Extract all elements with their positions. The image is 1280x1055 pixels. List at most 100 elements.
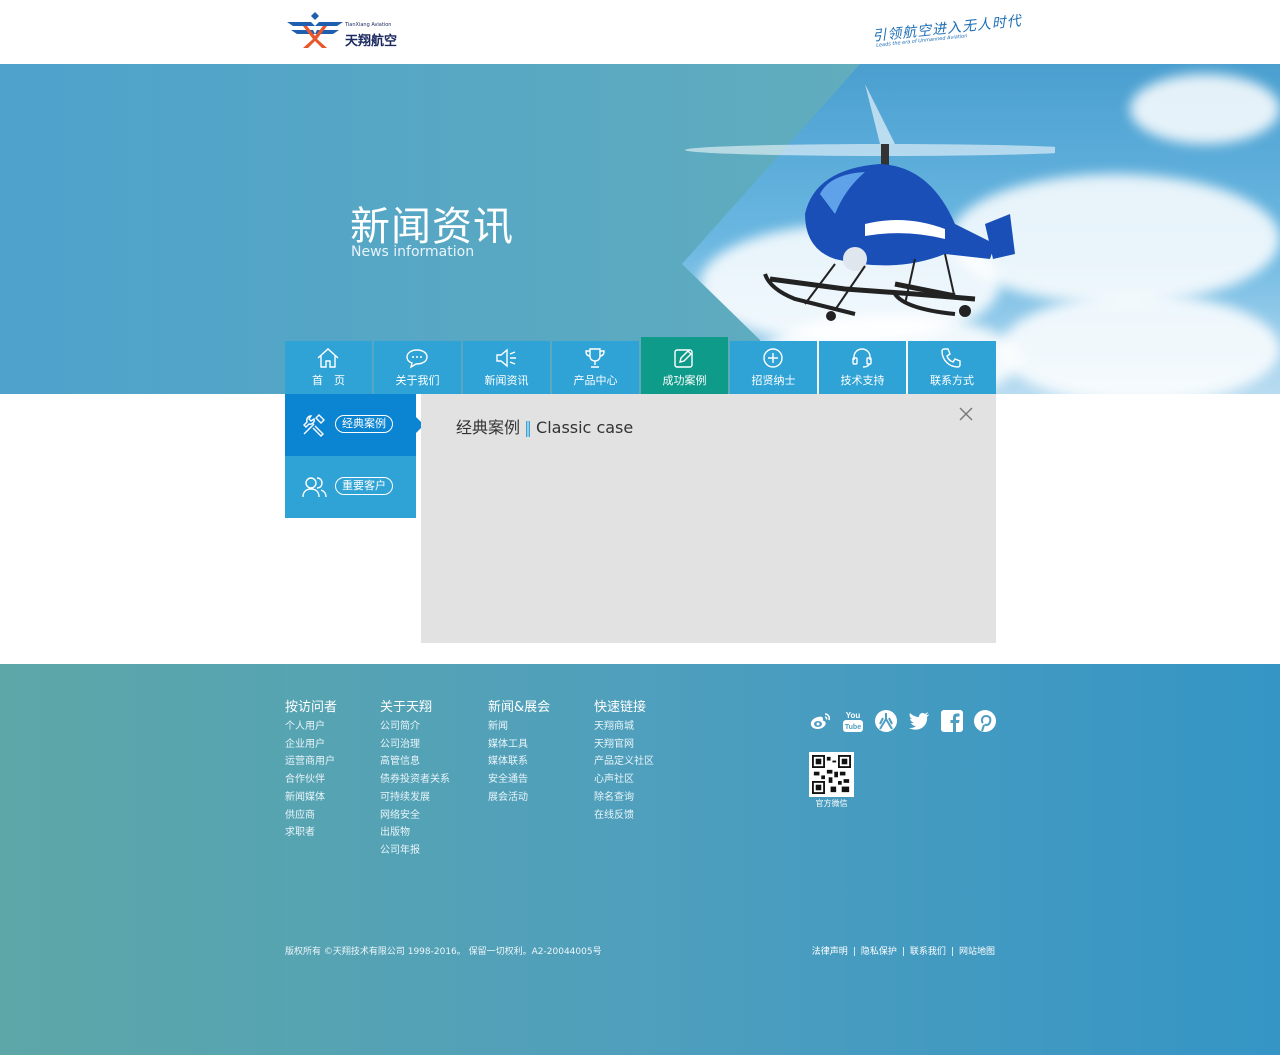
svg-text:You: You	[846, 711, 861, 720]
footer-link[interactable]: 供应商	[285, 807, 337, 825]
headset-icon	[852, 348, 872, 368]
helicopter-image	[685, 84, 1055, 321]
footer-column-title: 关于天翔	[380, 700, 433, 715]
speaker-icon	[496, 348, 516, 368]
home-icon	[317, 348, 339, 368]
sidebar-item-key-clients[interactable]: 重要客户	[285, 456, 416, 518]
cloud	[1130, 74, 1280, 144]
footer-legal-link[interactable]: 法律声明	[812, 947, 848, 957]
plus-circle-icon	[763, 348, 783, 368]
footer-legal-link[interactable]: 隐私保护	[861, 947, 897, 957]
footer-link[interactable]: 合作伙伴	[285, 771, 337, 789]
footer-link[interactable]: 可持续发展	[380, 789, 450, 807]
footer-link[interactable]: 天翔商城	[594, 718, 654, 736]
sidebar-item-label: 重要客户	[335, 477, 393, 495]
nav-item-about[interactable]: 关于我们	[374, 341, 461, 394]
footer-legal-link[interactable]: 联系我们	[910, 947, 946, 957]
logo-subtext: TianXiang Aviation	[345, 22, 392, 28]
footer-link[interactable]: 在线反馈	[594, 807, 654, 825]
pinterest-icon[interactable]	[973, 709, 997, 733]
youtube-icon[interactable]: You Tube	[841, 709, 865, 733]
nav-item-products[interactable]: 产品中心	[552, 341, 639, 394]
footer-link[interactable]: 出版物	[380, 824, 450, 842]
footer-link[interactable]: 媒体联系	[488, 753, 550, 771]
content-title-cn: 经典案例	[456, 418, 521, 437]
qr-code-label: 官方微信	[815, 799, 848, 808]
nav-item-label: 联系方式	[930, 374, 974, 387]
close-icon[interactable]	[958, 406, 974, 422]
footer-link[interactable]: 新闻媒体	[285, 789, 337, 807]
footer-link[interactable]: 债券投资者关系	[380, 771, 450, 789]
footer-legal-link[interactable]: 网站地图	[959, 947, 995, 957]
nav-item-label: 首 页	[312, 374, 345, 387]
sidebar-item-classic-cases[interactable]: 经典案例	[285, 394, 424, 456]
footer-link[interactable]: 媒体工具	[488, 736, 550, 754]
footer-link[interactable]: 公司治理	[380, 736, 450, 754]
footer-link[interactable]: 展会活动	[488, 789, 550, 807]
footer-column-about: 关于天翔 公司简介 公司治理 高管信息 债券投资者关系 可持续发展 网络安全 出…	[380, 696, 450, 860]
separator: |	[901, 947, 905, 957]
footer-link[interactable]: 天翔官网	[594, 736, 654, 754]
logo[interactable]: TianXiang Aviation 天翔航空	[285, 12, 400, 50]
users-icon	[302, 477, 327, 498]
facebook-icon[interactable]	[940, 709, 964, 733]
footer-link[interactable]: 网络安全	[380, 807, 450, 825]
chat-icon	[406, 349, 428, 369]
twitter-icon[interactable]	[907, 709, 931, 733]
footer-link[interactable]: 公司简介	[380, 718, 450, 736]
footer-link[interactable]: 求职者	[285, 824, 337, 842]
footer-column-title: 新闻&展会	[488, 700, 551, 715]
main-nav: 首 页 关于我们 新闻资讯 产品中心 成功案例 招贤纳士 技术支持 联系方式	[285, 337, 996, 394]
nav-item-label: 成功案例	[662, 374, 707, 387]
separator: |	[950, 947, 954, 957]
weibo-icon[interactable]	[808, 709, 832, 733]
social-links: You Tube	[808, 709, 1006, 733]
footer-link[interactable]: 公司年报	[380, 842, 450, 860]
content-title: 经典案例 ‖ Classic case	[456, 414, 633, 438]
nav-item-news[interactable]: 新闻资讯	[463, 341, 550, 394]
nav-item-label: 产品中心	[573, 374, 618, 387]
nav-item-contact[interactable]: 联系方式	[908, 341, 996, 394]
footer-column-quick-links: 快速链接 天翔商城 天翔官网 产品定义社区 心声社区 除名查询 在线反馈	[594, 696, 654, 824]
copyright-text: 版权所有 ©天翔技术有限公司 1998-2016。 保留一切权利。A2-2004…	[285, 947, 602, 957]
nav-item-label: 新闻资讯	[484, 374, 529, 387]
nav-item-label: 技术支持	[840, 374, 885, 387]
footer-legal-links: 法律声明 | 隐私保护 | 联系我们 | 网站地图	[812, 944, 995, 957]
footer-link[interactable]: 除名查询	[594, 789, 654, 807]
trophy-icon	[585, 348, 605, 368]
footer-link[interactable]: 高管信息	[380, 753, 450, 771]
nav-item-careers[interactable]: 招贤纳士	[730, 341, 817, 394]
phone-icon	[941, 348, 961, 368]
slogan: 引领航空进入无人时代 Leads the era of Unmanned Avi…	[872, 12, 1023, 52]
tools-icon	[303, 414, 325, 437]
footer-link[interactable]: 个人用户	[285, 718, 337, 736]
nav-item-cases[interactable]: 成功案例	[641, 337, 728, 394]
nav-item-label: 招贤纳士	[751, 374, 796, 387]
renren-icon[interactable]	[874, 709, 898, 733]
footer-column-title: 快速链接	[594, 700, 647, 715]
svg-text:Tube: Tube	[845, 724, 861, 731]
edit-icon	[674, 349, 693, 368]
separator: |	[852, 947, 856, 957]
footer-link[interactable]: 安全通告	[488, 771, 550, 789]
page: TianXiang Aviation 天翔航空 引领航空进入无人时代 Leads…	[0, 0, 1280, 1055]
nav-item-home[interactable]: 首 页	[285, 341, 372, 394]
banner-subtitle: News information	[351, 244, 475, 260]
footer-link[interactable]: 新闻	[488, 718, 550, 736]
nav-item-label: 关于我们	[395, 374, 440, 387]
qr-code	[809, 752, 854, 797]
footer-link[interactable]: 产品定义社区	[594, 753, 654, 771]
content-panel: 经典案例 ‖ Classic case	[421, 394, 996, 643]
qr-code-image	[812, 755, 851, 794]
sidebar: 经典案例 重要客户	[285, 394, 424, 518]
footer-link[interactable]: 企业用户	[285, 736, 337, 754]
footer-column-news: 新闻&展会 新闻 媒体工具 媒体联系 安全通告 展会活动	[488, 696, 550, 807]
footer-column-visitors: 按访问者 个人用户 企业用户 运营商用户 合作伙伴 新闻媒体 供应商 求职者	[285, 696, 337, 842]
nav-item-support[interactable]: 技术支持	[819, 341, 906, 394]
footer-column-title: 按访问者	[285, 700, 338, 715]
footer-link[interactable]: 心声社区	[594, 771, 654, 789]
footer-link[interactable]: 运营商用户	[285, 753, 337, 771]
title-separator: ‖	[524, 418, 533, 437]
logo-mark-icon	[287, 12, 343, 48]
sidebar-item-label: 经典案例	[335, 415, 393, 433]
